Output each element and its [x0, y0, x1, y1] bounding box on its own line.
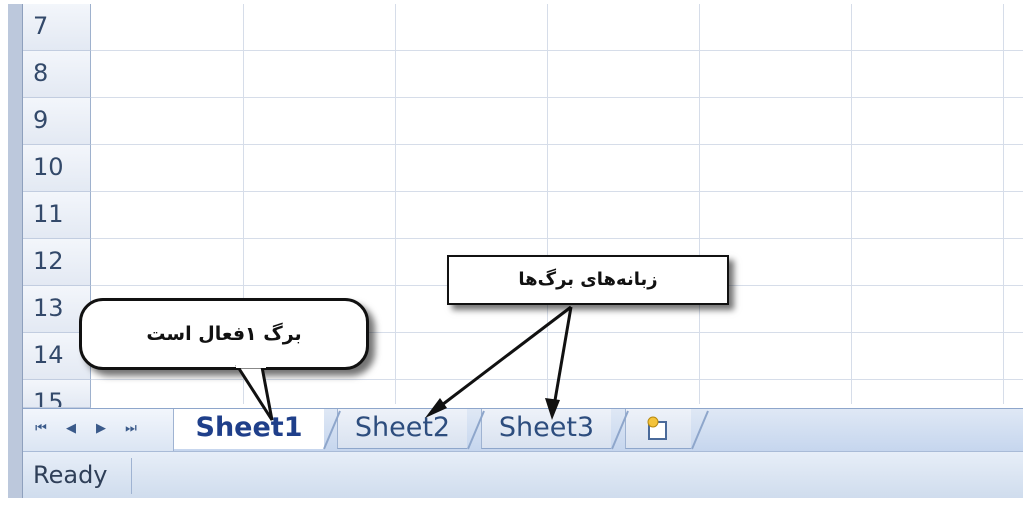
callout-tail — [235, 365, 274, 421]
annotation-arrows — [235, 305, 573, 421]
arrow-head-sheet3-icon — [545, 398, 560, 420]
arrow-to-sheet3 — [551, 306, 573, 413]
arrow-head-sheet2-icon — [425, 398, 447, 418]
arrow-to-sheet2 — [429, 305, 572, 416]
sheet-tabs-label: زبانه‌های برگ‌ها — [447, 255, 729, 305]
callout-tail-join — [236, 362, 266, 368]
